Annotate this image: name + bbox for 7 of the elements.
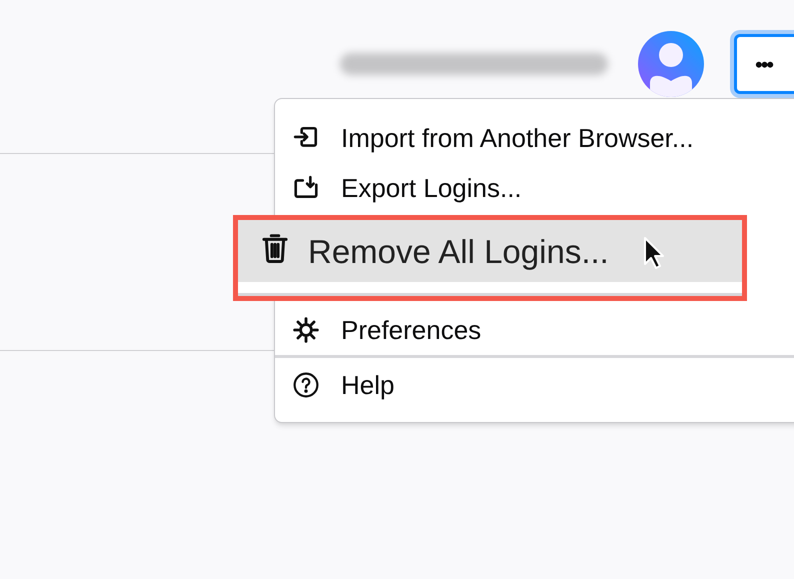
- avatar-icon[interactable]: [638, 31, 704, 97]
- folder-download-icon: [293, 175, 319, 201]
- settings-icon: [293, 317, 319, 343]
- trash-icon: [260, 232, 290, 264]
- menu-item[interactable]: Remove All Logins...: [238, 220, 742, 282]
- mouse-pointer-icon: [642, 236, 665, 270]
- help-icon: [293, 372, 319, 398]
